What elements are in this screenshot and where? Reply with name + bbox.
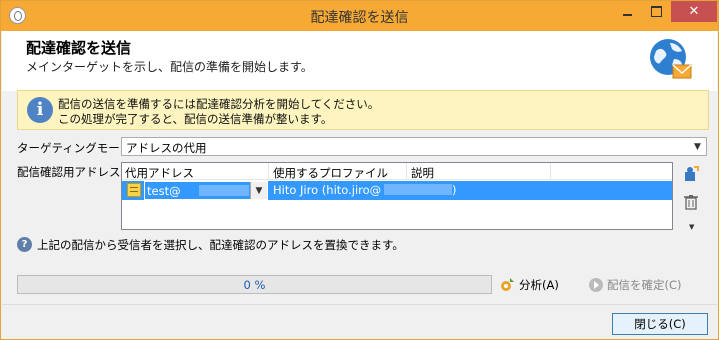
globe-mail-icon xyxy=(650,39,692,79)
column-header-description[interactable]: 説明 xyxy=(411,165,434,181)
progress-label: 0 % xyxy=(243,278,266,292)
more-options-icon[interactable]: ▼ xyxy=(689,223,694,231)
column-header-address[interactable]: 代用アドレス xyxy=(125,165,194,181)
analyze-button-label: 分析(A) xyxy=(519,277,559,292)
profile-value-suffix: ) xyxy=(452,183,457,197)
dialog-window: 配達確認を送信 ✕ 配達確認を送信 メインターゲットを示し、配信の準備を開始しま… xyxy=(0,0,719,340)
table-row[interactable]: test@ ▼ Hito Jiro (hito.jiro@ ) xyxy=(122,181,672,200)
info-line-2: この処理が完了すると、配信の送信準備が整います。 xyxy=(58,112,333,126)
minimize-button[interactable] xyxy=(613,1,641,22)
trash-icon[interactable] xyxy=(683,194,699,210)
info-icon: i xyxy=(27,97,53,123)
chevron-down-icon[interactable]: ▼ xyxy=(250,182,267,199)
column-separator xyxy=(268,163,269,180)
help-icon: ? xyxy=(17,237,32,252)
maximize-button[interactable] xyxy=(642,1,670,22)
window-title: 配達確認を送信 xyxy=(310,10,409,26)
confirm-delivery-label: 配信を確定(C) xyxy=(607,277,682,292)
targeting-mode-label: ターゲティングモード: xyxy=(17,141,136,155)
proof-address-grid[interactable]: 代用アドレス 使用するプロファイル 説明 test@ ▼ Hito Jiro (… xyxy=(121,162,673,230)
close-window-button[interactable]: ✕ xyxy=(671,1,717,22)
profile-value: Hito Jiro (hito.jiro@ xyxy=(273,183,382,197)
wizard-header: 配達確認を送信 メインターゲットを示し、配信の準備を開始します。 xyxy=(2,31,717,91)
confirm-delivery-button[interactable]: 配信を確定(C) xyxy=(589,275,682,294)
redacted-text xyxy=(199,185,249,196)
column-header-profile[interactable]: 使用するプロファイル xyxy=(273,165,388,181)
close-button-label: 閉じる(C) xyxy=(634,317,686,331)
address-value: test@ xyxy=(147,184,181,198)
header-title: 配達確認を送信 xyxy=(26,39,132,57)
add-recipient-icon[interactable] xyxy=(683,166,699,182)
grid-header: 代用アドレス 使用するプロファイル 説明 xyxy=(122,163,672,180)
footer-divider xyxy=(2,304,717,305)
analysis-progress-bar: 0 % xyxy=(17,275,492,294)
address-combo[interactable]: test@ ▼ xyxy=(144,181,268,200)
column-separator xyxy=(550,163,551,180)
gear-icon xyxy=(501,277,514,291)
redacted-text xyxy=(384,184,452,195)
help-text: 上記の配信から受信者を選択し、配達確認のアドレスを置換できます。 xyxy=(37,238,404,252)
chevron-down-icon[interactable]: ▼ xyxy=(689,138,706,155)
title-bar: 配達確認を送信 ✕ xyxy=(1,1,718,31)
info-line-1: 配信の送信を準備するには配達確認分析を開始してください。 xyxy=(58,97,380,111)
targeting-mode-select[interactable]: アドレスの代用 ▼ xyxy=(121,137,707,156)
targeting-mode-value: アドレスの代用 xyxy=(126,141,207,155)
analyze-button[interactable]: 分析(A) xyxy=(499,275,559,294)
header-subtitle: メインターゲットを示し、配信の準備を開始します。 xyxy=(26,60,313,74)
proof-addresses-label: 配信確認用アドレス: xyxy=(17,165,125,179)
info-box: i 配信の送信を準備するには配達確認分析を開始してください。 この処理が完了する… xyxy=(17,90,709,130)
close-button[interactable]: 閉じる(C) xyxy=(612,313,708,335)
column-separator xyxy=(406,163,407,180)
play-icon xyxy=(589,277,603,292)
list-icon xyxy=(127,183,141,197)
